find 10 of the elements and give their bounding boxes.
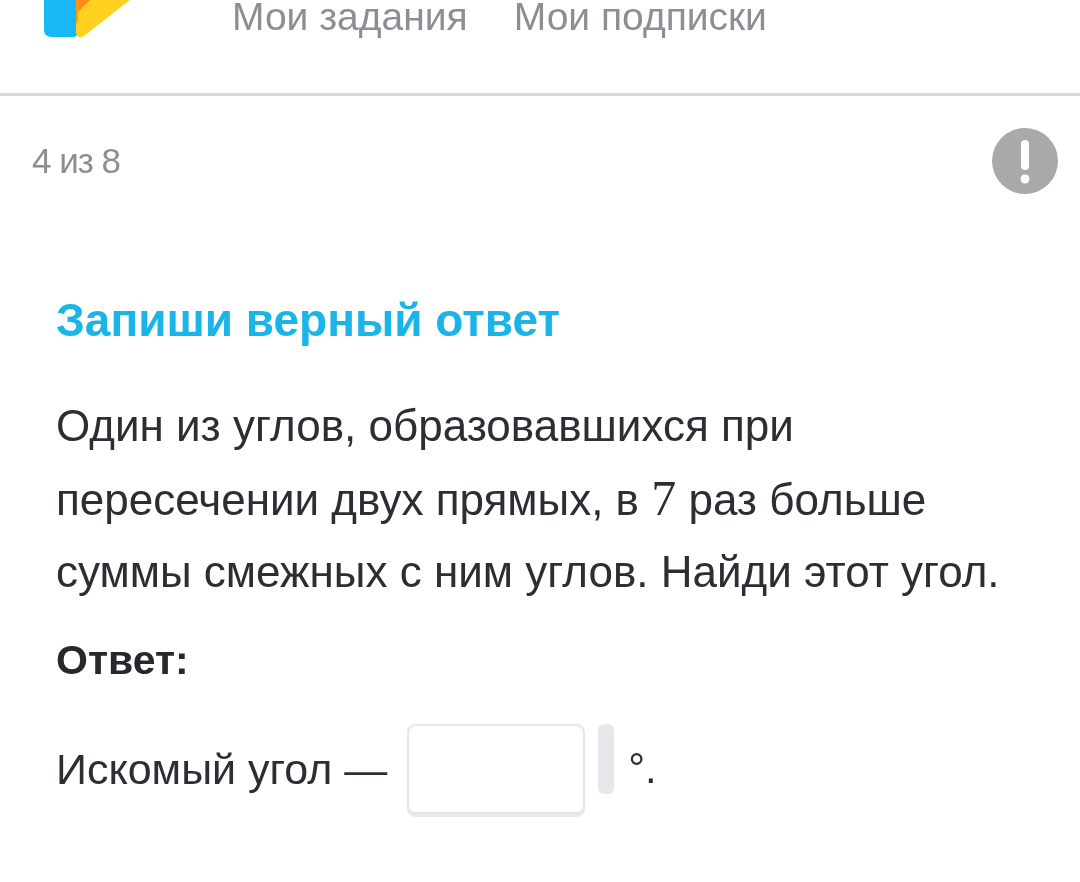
logo-icon[interactable] (44, 0, 132, 38)
question-counter: 4 из 8 (32, 140, 120, 182)
answer-prefix: Искомый угол — (56, 744, 388, 794)
vertical-bar (598, 724, 615, 794)
alert-icon[interactable] (992, 128, 1058, 194)
degree-suffix: °. (628, 744, 657, 794)
task-title: Запиши верный ответ (56, 293, 561, 348)
question-text: Один из углов, образовавшихся при пересечении двух прямых, в 7 раз больше суммы смежных с ним углов. Найди этот угол. (56, 400, 1001, 598)
answer-field[interactable] (407, 724, 586, 814)
answer-label: Ответ: (56, 636, 190, 685)
